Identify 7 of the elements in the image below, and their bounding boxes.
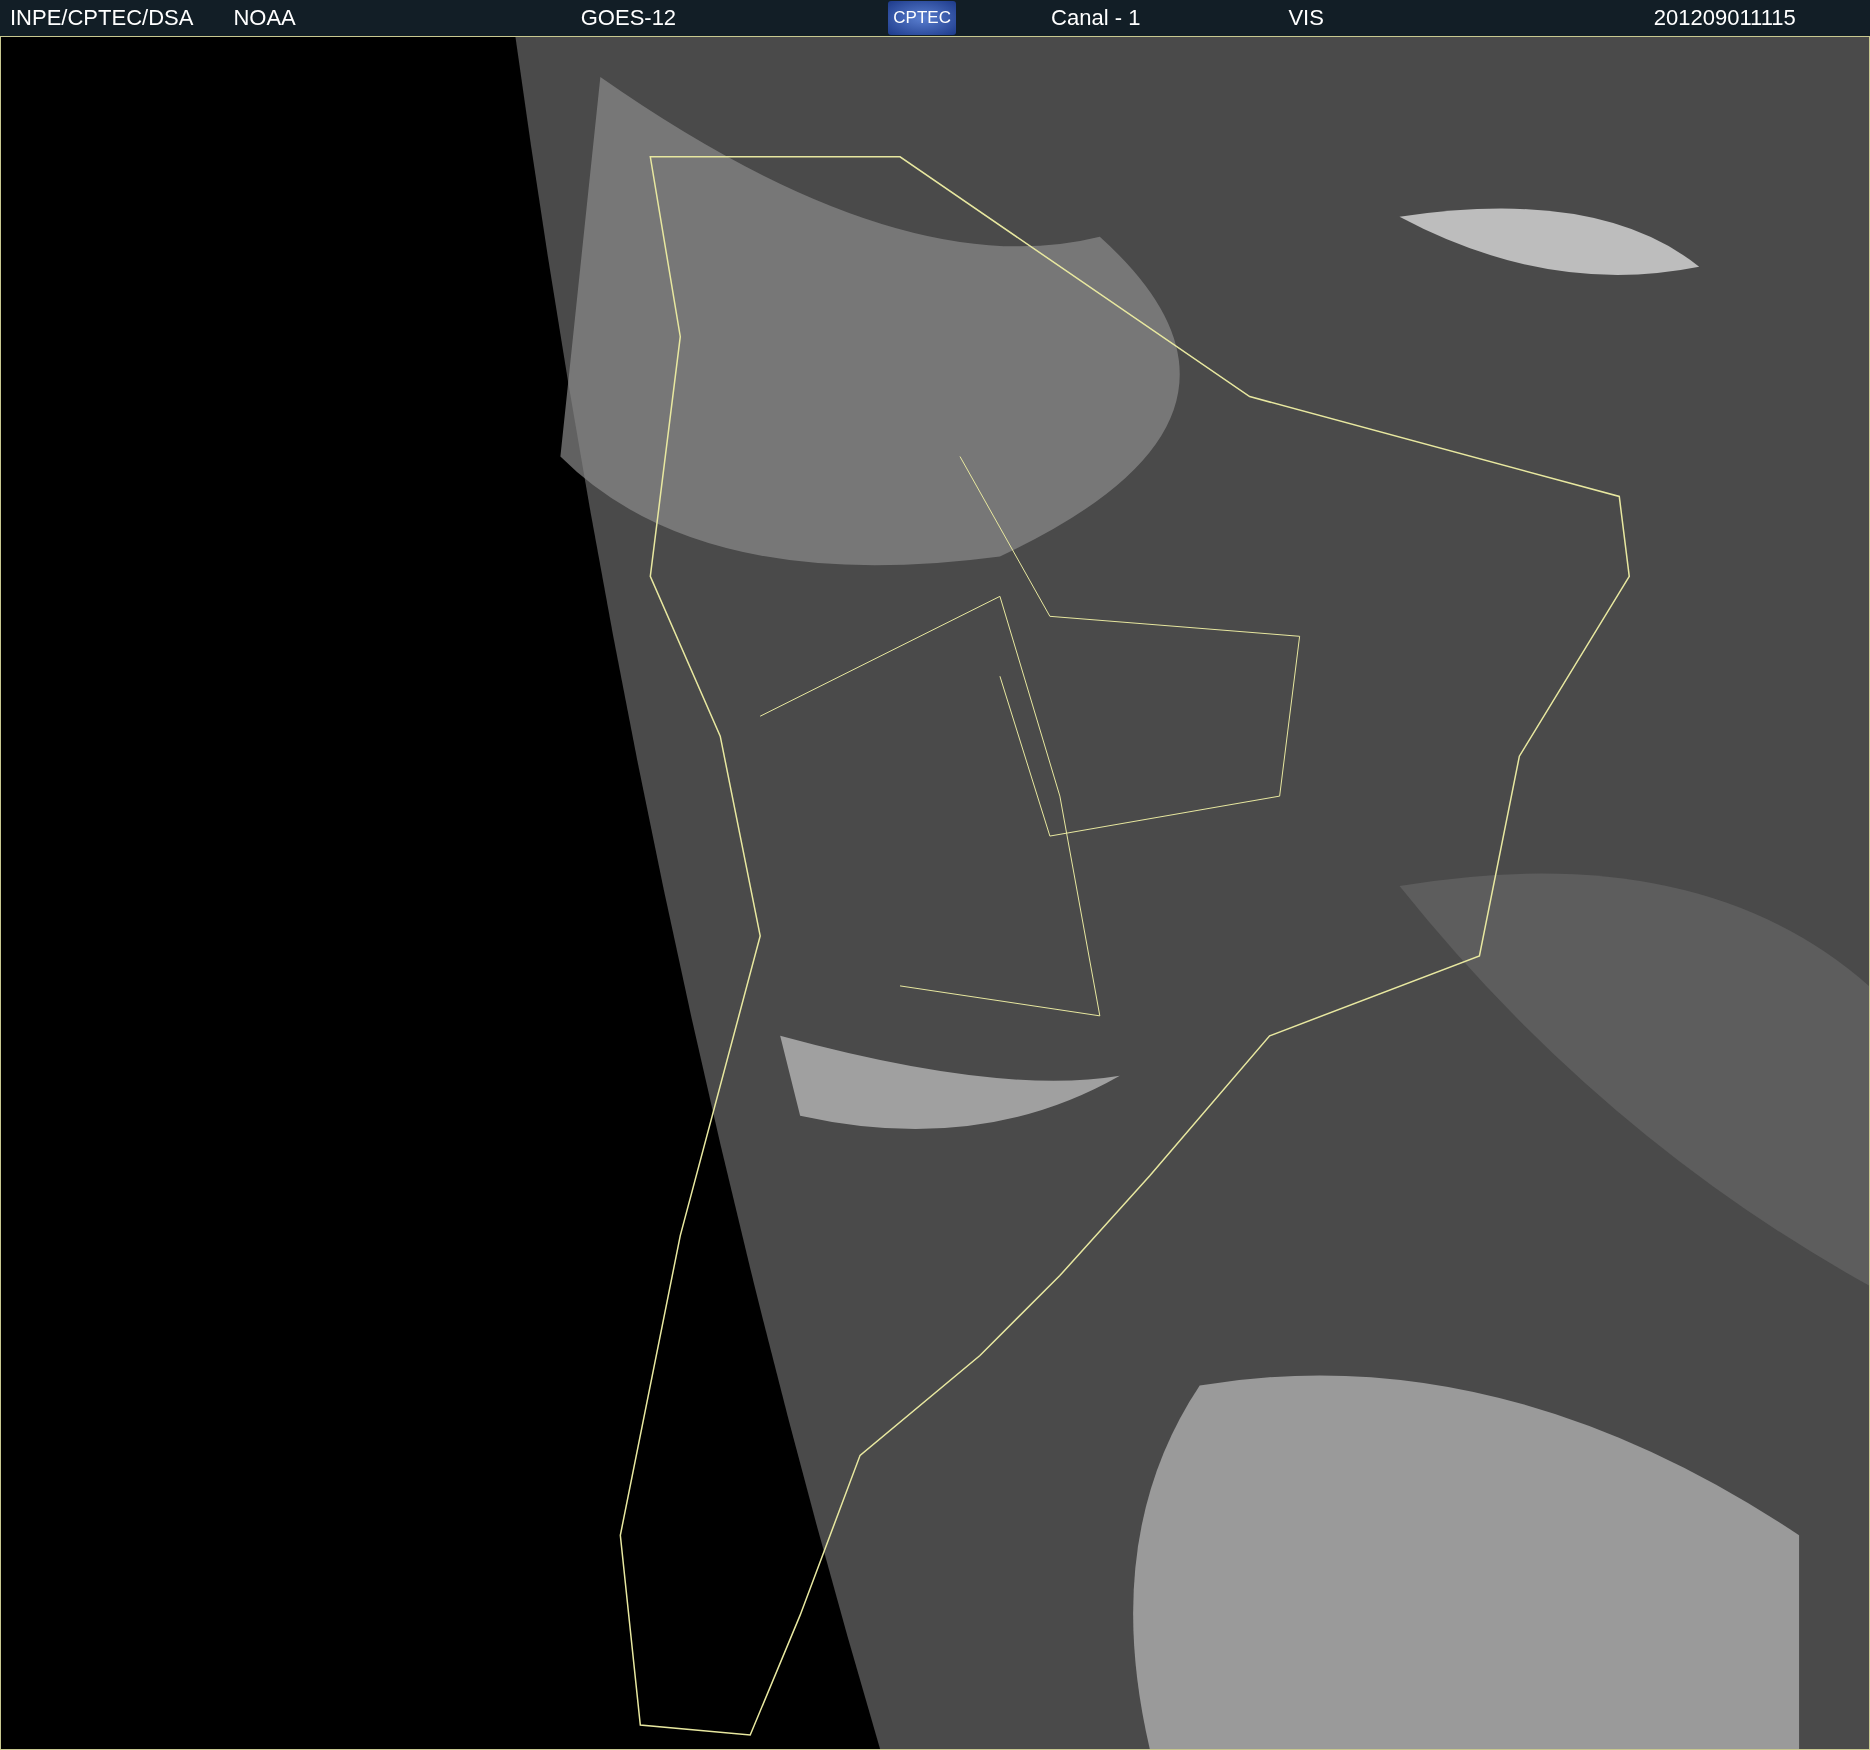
header-text: VIS xyxy=(1288,5,1324,31)
header-text: GOES-12 xyxy=(580,5,677,31)
header-text: INPE/CPTEC/DSA xyxy=(10,5,194,31)
logo: CPTEC xyxy=(888,1,957,35)
header-text: NOAA xyxy=(233,5,296,31)
header-text: 201209011115 xyxy=(1653,5,1796,31)
header-text: Canal - 1 xyxy=(1051,5,1141,31)
